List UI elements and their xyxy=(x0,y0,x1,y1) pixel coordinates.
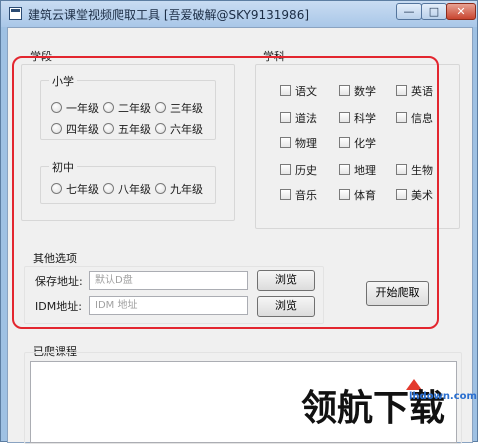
subject-math-label[interactable]: 数学 xyxy=(354,83,376,99)
subject-art-checkbox[interactable] xyxy=(396,189,407,200)
grade-3-radio[interactable] xyxy=(155,102,166,113)
subject-chinese-label[interactable]: 语文 xyxy=(295,83,317,99)
subject-english-checkbox[interactable] xyxy=(396,85,407,96)
subject-chemistry-label[interactable]: 化学 xyxy=(354,135,376,151)
idm-path-input[interactable] xyxy=(89,296,248,315)
subject-biology-label[interactable]: 生物 xyxy=(411,162,433,178)
save-path-input[interactable] xyxy=(89,271,248,290)
subject-english-label[interactable]: 英语 xyxy=(411,83,433,99)
middle-group-label: 初中 xyxy=(49,159,77,175)
close-button[interactable]: ✕ xyxy=(446,3,476,20)
grade-9-radio[interactable] xyxy=(155,183,166,194)
subject-chinese-checkbox[interactable] xyxy=(280,85,291,96)
grade-8-label[interactable]: 八年级 xyxy=(118,181,151,197)
subject-pe-label[interactable]: 体育 xyxy=(354,187,376,203)
subject-geography-label[interactable]: 地理 xyxy=(354,162,376,178)
subject-geography-checkbox[interactable] xyxy=(339,164,350,175)
primary-group-label: 小学 xyxy=(49,73,77,89)
subject-art-label[interactable]: 美术 xyxy=(411,187,433,203)
subject-music-label[interactable]: 音乐 xyxy=(295,187,317,203)
grade-6-radio[interactable] xyxy=(155,123,166,134)
subject-chemistry-checkbox[interactable] xyxy=(339,137,350,148)
grade-7-radio[interactable] xyxy=(51,183,62,194)
grade-8-radio[interactable] xyxy=(103,183,114,194)
subject-history-label[interactable]: 历史 xyxy=(295,162,317,178)
idm-path-label: IDM地址: xyxy=(35,300,82,313)
save-path-label: 保存地址: xyxy=(35,275,83,288)
window-title: 建筑云课堂视频爬取工具 [吾爱破解@SKY9131986] xyxy=(28,8,310,22)
grade-4-label[interactable]: 四年级 xyxy=(66,121,99,137)
watermark-url: lhdown.com xyxy=(409,391,477,402)
subject-morality-checkbox[interactable] xyxy=(280,112,291,123)
subject-science-checkbox[interactable] xyxy=(339,112,350,123)
save-path-browse-button[interactable]: 浏览 xyxy=(257,270,315,291)
stage-group-label: 学段 xyxy=(30,50,52,63)
grade-5-label[interactable]: 五年级 xyxy=(118,121,151,137)
grade-6-label[interactable]: 六年级 xyxy=(170,121,203,137)
subject-pe-checkbox[interactable] xyxy=(339,189,350,200)
title-bar[interactable]: 建筑云课堂视频爬取工具 [吾爱破解@SKY9131986] — □ ✕ xyxy=(1,1,477,27)
subject-physics-checkbox[interactable] xyxy=(280,137,291,148)
subject-history-checkbox[interactable] xyxy=(280,164,291,175)
grade-2-label[interactable]: 二年级 xyxy=(118,100,151,116)
subject-music-checkbox[interactable] xyxy=(280,189,291,200)
grade-1-radio[interactable] xyxy=(51,102,62,113)
grade-4-radio[interactable] xyxy=(51,123,62,134)
app-icon xyxy=(9,7,22,20)
subject-science-label[interactable]: 科学 xyxy=(354,110,376,126)
watermark-logo: 领航下载 xyxy=(301,388,446,429)
subject-group-label: 学科 xyxy=(263,50,285,63)
grade-5-radio[interactable] xyxy=(103,123,114,134)
grade-9-label[interactable]: 九年级 xyxy=(170,181,203,197)
grade-3-label[interactable]: 三年级 xyxy=(170,100,203,116)
grade-1-label[interactable]: 一年级 xyxy=(66,100,99,116)
subject-math-checkbox[interactable] xyxy=(339,85,350,96)
grade-7-label[interactable]: 七年级 xyxy=(66,181,99,197)
start-crawl-button[interactable]: 开始爬取 xyxy=(366,281,429,306)
subject-morality-label[interactable]: 道法 xyxy=(295,110,317,126)
subject-it-checkbox[interactable] xyxy=(396,112,407,123)
subject-physics-label[interactable]: 物理 xyxy=(295,135,317,151)
app-window: 建筑云课堂视频爬取工具 [吾爱破解@SKY9131986] — □ ✕ 学段 小… xyxy=(0,0,478,444)
subject-it-label[interactable]: 信息 xyxy=(411,110,433,126)
subject-biology-checkbox[interactable] xyxy=(396,164,407,175)
grade-2-radio[interactable] xyxy=(103,102,114,113)
idm-path-browse-button[interactable]: 浏览 xyxy=(257,296,315,317)
maximize-button[interactable]: □ xyxy=(421,3,447,20)
minimize-button[interactable]: — xyxy=(396,3,422,20)
options-group-label: 其他选项 xyxy=(33,252,77,265)
